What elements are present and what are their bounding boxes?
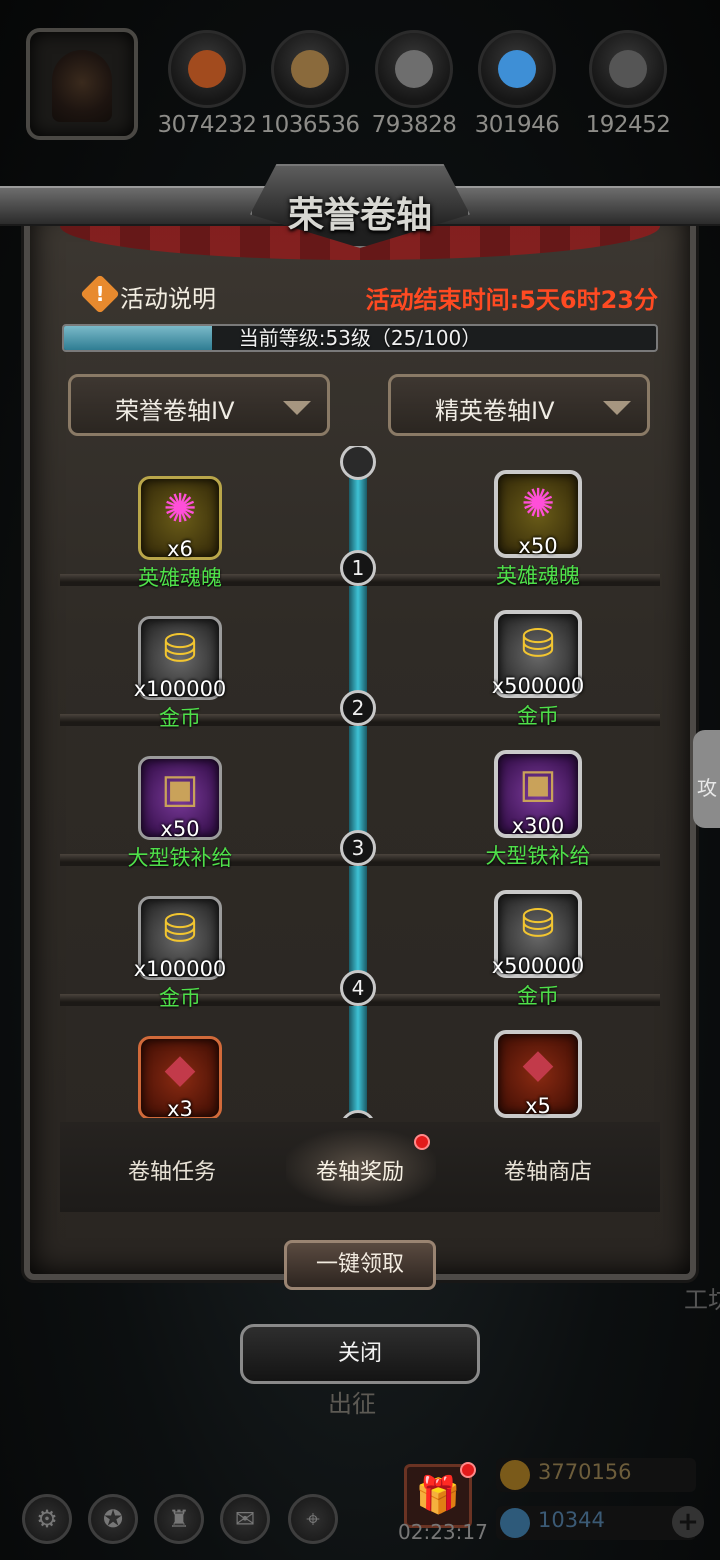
reward-count: x6 [167,537,193,561]
dialog-title: 荣誉卷轴 [287,194,432,236]
elite-reward-item[interactable]: ⛁ x500000 金币 [448,890,628,1010]
mail-icon[interactable]: ✉ [220,1494,270,1544]
gift-notification-dot [460,1462,476,1478]
level-node: 4 [340,970,376,1006]
resource-item[interactable]: 192452 [576,30,680,138]
settings-gear-icon[interactable]: ⚙ [22,1494,72,1544]
gem-value: 10344 [538,1508,605,1532]
stone-icon [375,30,453,108]
resource-item[interactable]: 301946 [465,30,569,138]
meat-icon [168,30,246,108]
guild-icon[interactable]: ♜ [154,1494,204,1544]
resource-value: 1036536 [260,112,360,138]
treasure-chest-icon: ▣ x300 [494,750,582,838]
tab-scroll-tasks[interactable]: 卷轴任务 [72,1154,272,1186]
resource-item[interactable]: 793828 [362,30,466,138]
reward-list[interactable]: ✺ x6 英雄魂魄 ✺ x50 英雄魂魄 1 ⛁ x100000 金币 ⛁ x500000 金币 2 ▣ x5… [60,446,660,1118]
dropdown-label: 荣誉卷轴IV [115,397,235,425]
gold-coins-icon: ⛁ x100000 [134,616,226,701]
elite-reward-item[interactable]: ▣ x300 大型铁补给 [448,750,628,870]
resource-item[interactable]: 1036536 [258,30,362,138]
workshop-label-text: 工坊 [684,1286,720,1314]
level-text: 当前等级:53级（25/100） [238,326,482,350]
close-button[interactable]: 关闭 [240,1324,480,1384]
reward-row: ◆ x3 ◆ x5 [60,1006,660,1118]
medal-icon[interactable]: ✪ [88,1494,138,1544]
gold-coins-icon: ⛁ x500000 [492,610,584,698]
chevron-down-icon [283,401,311,415]
gold-coin-icon [500,1460,530,1490]
elite-reward-item[interactable]: ◆ x5 [448,1030,628,1118]
player-avatar[interactable] [26,28,138,140]
honor-reward-item[interactable]: ▣ x50 大型铁补给 [90,756,270,872]
bottom-tabs: 卷轴任务 卷轴奖励 卷轴商店 [60,1122,660,1212]
resource-value: 301946 [474,112,560,138]
warning-icon[interactable]: ! [80,274,120,314]
reward-count: x3 [167,1097,193,1118]
notification-dot [414,1134,430,1150]
tab-scroll-rewards[interactable]: 卷轴奖励 [260,1154,460,1186]
gold-counter: 3770156 [496,1458,696,1492]
wood-icon [271,30,349,108]
red-ore-icon: ◆ x3 [138,1036,222,1118]
level-node: 1 [340,550,376,586]
treasure-chest-icon: ▣ x50 [138,756,222,841]
claim-all-button[interactable]: 一键领取 [284,1240,436,1290]
honor-scroll-dropdown[interactable]: 荣誉卷轴IV [68,374,330,436]
gold-coins-icon: ⛁ x100000 [134,896,226,981]
reward-count: x300 [511,814,565,838]
level-progress-bar: 当前等级:53级（25/100） [62,324,658,352]
elite-scroll-dropdown[interactable]: 精英卷轴IV [388,374,650,436]
reward-count: x100000 [133,957,227,981]
chevron-down-icon [603,401,631,415]
event-end-time: 活动结束时间:5天6时23分 [365,286,658,314]
event-info-link[interactable]: 活动说明 [120,279,216,314]
dropdown-label: 精英卷轴IV [435,397,555,425]
workshop-label: 工坊 [684,1280,720,1315]
add-currency-button[interactable]: + [672,1506,704,1538]
resource-value: 192452 [585,112,671,138]
gem-counter: 10344 [496,1506,696,1540]
iron-icon [589,30,667,108]
gift-timer: 02:23:17 [398,1520,488,1544]
elite-reward-item[interactable]: ⛁ x500000 金币 [448,610,628,730]
gold-coins-icon: ⛁ x500000 [492,890,584,978]
honor-reward-item[interactable]: ⛁ x100000 金币 [90,896,270,1012]
reward-count: x5 [525,1094,551,1118]
gold-value: 3770156 [538,1460,632,1484]
gem-icon [500,1508,530,1538]
resource-item[interactable]: 3074232 [155,30,259,138]
soul-orb-icon: ✺ x6 [138,476,222,561]
honor-reward-item[interactable]: ✺ x6 英雄魂魄 [90,476,270,592]
crystal-icon [478,30,556,108]
resource-value: 3074232 [157,112,257,138]
elite-reward-item[interactable]: ✺ x50 英雄魂魄 [448,470,628,590]
reward-count: x500000 [491,674,585,698]
reward-count: x50 [518,534,558,558]
level-node: 2 [340,690,376,726]
resource-value: 793828 [371,112,457,138]
reward-count: x500000 [491,954,585,978]
level-node: 3 [340,830,376,866]
tab-scroll-shop[interactable]: 卷轴商店 [448,1154,648,1186]
hooded-figure-icon [52,50,112,122]
reward-count: x100000 [133,677,227,701]
map-icon[interactable]: ⌖ [288,1494,338,1544]
reward-count: x50 [160,817,200,841]
honor-reward-item[interactable]: ⛁ x100000 金币 [90,616,270,732]
march-label: 出征 [328,1390,376,1418]
side-tab-label: 攻城 [697,776,717,800]
honor-reward-item[interactable]: ◆ x3 [90,1036,270,1118]
side-tab-siege[interactable]: 攻城 [693,730,720,828]
soul-orb-icon: ✺ x50 [494,470,582,558]
red-ore-icon: ◆ x5 [494,1030,582,1118]
